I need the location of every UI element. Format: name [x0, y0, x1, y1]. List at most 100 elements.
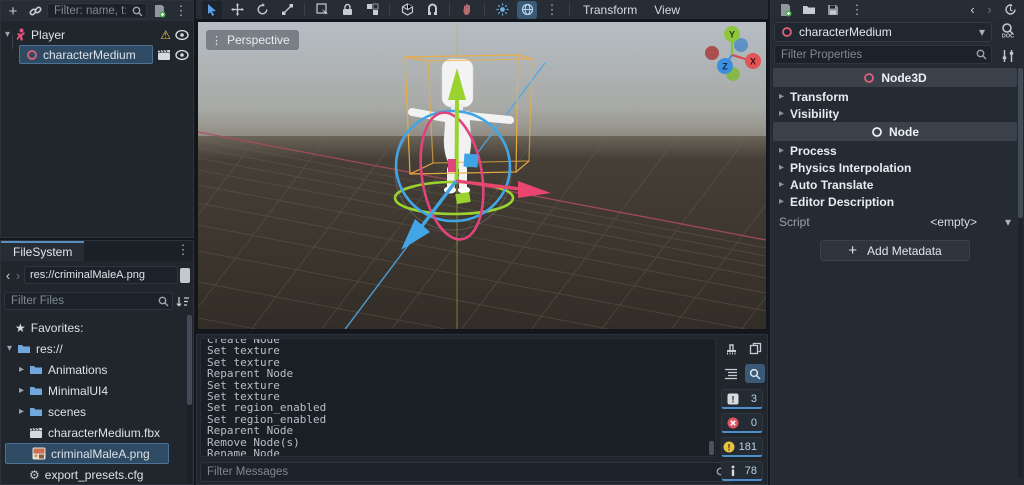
visibility-eye-icon[interactable] — [175, 29, 189, 40]
fs-item-animations[interactable]: ▸ Animations — [3, 359, 191, 380]
fs-item-favorites[interactable]: ★ Favorites: — [3, 317, 191, 338]
scene-dock-menu-icon[interactable]: ⋮ — [171, 2, 191, 20]
drag-handle-icon[interactable]: ⋮ — [211, 34, 222, 47]
nav-forward-icon[interactable]: › — [14, 266, 22, 284]
copy-log-button[interactable] — [745, 339, 765, 358]
sun-env-menu-icon[interactable]: ⋮ — [542, 1, 562, 19]
section-transform[interactable]: ▸ Transform — [773, 88, 1017, 105]
folder-icon — [30, 387, 43, 395]
plane-xy-handle[interactable] — [448, 159, 456, 172]
viewport-3d[interactable]: Y X Z ⋮ Perspective — [110, 20, 889, 427]
inspector-node-selector[interactable]: characterMedium ▾ — [774, 22, 992, 42]
ruler-mode-icon[interactable] — [397, 1, 417, 19]
expand-icon: ▸ — [779, 196, 785, 207]
environment-toggle-icon[interactable] — [517, 0, 537, 19]
select-tool-button[interactable] — [202, 0, 222, 19]
filesystem-dock: FileSystem ⋮ ‹ › ★ Favorites: — [0, 240, 194, 485]
filter-files-input[interactable] — [4, 292, 173, 310]
clear-log-button[interactable] — [721, 339, 741, 358]
attach-script-icon[interactable] — [149, 2, 169, 20]
std-message-icon: ! — [727, 393, 739, 405]
star-icon: ★ — [15, 320, 26, 335]
warnings-toggle[interactable]: ! 181 — [721, 437, 763, 457]
transform-menu[interactable]: Transform — [577, 3, 643, 17]
scene-filter-input[interactable] — [47, 3, 147, 19]
std-messages-toggle[interactable]: ! 3 — [721, 389, 763, 409]
script-property-row[interactable]: Script <empty> ▾ — [773, 212, 1017, 232]
collapse-icon[interactable]: ▾ — [7, 343, 12, 354]
sort-files-icon[interactable] — [176, 295, 190, 308]
move-tool-button[interactable] — [227, 1, 247, 19]
view-menu[interactable]: View — [648, 3, 686, 17]
save-resource-icon[interactable] — [823, 1, 843, 19]
fs-item-criminalmalea-png[interactable]: criminalMaleA.png — [5, 443, 169, 464]
new-resource-icon[interactable] — [775, 1, 795, 19]
axis-neg-x[interactable] — [705, 46, 719, 60]
inspector-scrollbar[interactable] — [1018, 68, 1023, 478]
add-metadata-button[interactable]: + Add Metadata — [820, 240, 970, 261]
output-log[interactable]: Create Node Set texture Set texture Repa… — [200, 338, 716, 457]
expand-icon[interactable]: ▸ — [19, 364, 24, 375]
fs-item-charactermedium-fbx[interactable]: characterMedium.fbx — [3, 422, 191, 443]
class-header-label: Node — [889, 124, 919, 139]
log-line: Reparent Node — [207, 367, 294, 381]
plus-icon: + — [848, 242, 858, 259]
section-physics-interpolation[interactable]: ▸ Physics Interpolation — [773, 159, 1017, 176]
snap-toggle-icon[interactable] — [422, 1, 442, 19]
add-node-button[interactable]: + — [3, 2, 23, 20]
axis-z-label: Z — [722, 62, 728, 72]
load-resource-icon[interactable] — [799, 1, 819, 19]
section-auto-translate[interactable]: ▸ Auto Translate — [773, 176, 1017, 193]
fs-item-export-presets[interactable]: ⚙ export_presets.cfg — [3, 464, 191, 484]
errors-toggle[interactable]: 0 — [721, 413, 763, 433]
scene-node-player[interactable]: ▾ Player ⚠ — [1, 25, 193, 44]
filter-messages-input[interactable] — [200, 462, 733, 482]
camera-override-icon[interactable] — [457, 1, 477, 19]
info-toggle[interactable]: 78 — [721, 461, 763, 481]
expand-icon: ▸ — [779, 108, 785, 119]
section-process[interactable]: ▸ Process — [773, 142, 1017, 159]
plane-yz-handle[interactable] — [463, 153, 479, 168]
filter-properties-input[interactable] — [774, 45, 992, 64]
section-visibility[interactable]: ▸ Visibility — [773, 105, 1017, 122]
class-header-node3d[interactable]: Node3D — [773, 68, 1017, 87]
fs-item-res-root[interactable]: ▾ res:// — [3, 338, 191, 359]
show-search-button[interactable] — [745, 364, 765, 383]
history-icon[interactable] — [1000, 1, 1020, 19]
inspector-menu-icon[interactable]: ⋮ — [847, 1, 867, 19]
chevron-down-icon: ▾ — [978, 25, 985, 39]
history-back-icon[interactable]: ‹ — [966, 1, 979, 19]
group-button[interactable] — [362, 1, 382, 19]
warning-icon[interactable]: ⚠ — [160, 28, 171, 42]
sun-toggle-icon[interactable] — [492, 1, 512, 19]
gear-icon: ⚙ — [29, 467, 40, 482]
log-scrollbar[interactable] — [709, 441, 714, 455]
list-select-tool-button[interactable] — [312, 1, 332, 19]
fs-item-scenes[interactable]: ▸ scenes — [3, 401, 191, 422]
rotate-tool-button[interactable] — [252, 1, 272, 19]
section-editor-description[interactable]: ▸ Editor Description — [773, 193, 1017, 210]
scene-node-charactermedium[interactable]: characterMedium — [1, 45, 193, 64]
scale-tool-button[interactable] — [277, 1, 297, 19]
history-forward-icon[interactable]: › — [983, 1, 996, 19]
filesystem-scrollbar[interactable] — [187, 315, 192, 483]
expand-icon[interactable]: ▸ — [19, 406, 24, 417]
current-path-field[interactable] — [24, 266, 178, 284]
collapse-duplicates-button[interactable] — [721, 364, 741, 383]
search-docs-icon[interactable]: DOC — [1000, 22, 1016, 41]
class-header-node[interactable]: Node — [773, 122, 1017, 141]
node-label: Player — [31, 27, 66, 42]
visibility-eye-icon[interactable] — [175, 49, 189, 60]
instance-scene-icon[interactable] — [25, 2, 45, 20]
fs-item-minimalui4[interactable]: ▸ MinimalUI4 — [3, 380, 191, 401]
filesystem-menu-icon[interactable]: ⋮ — [173, 241, 193, 259]
collapse-icon[interactable]: ▾ — [5, 29, 10, 40]
tab-filesystem[interactable]: FileSystem — [1, 241, 85, 261]
nav-back-icon[interactable]: ‹ — [4, 266, 12, 284]
scene-instance-icon[interactable] — [157, 49, 171, 61]
inspector-tools-icon[interactable] — [1001, 49, 1015, 66]
script-value[interactable]: <empty> — [930, 215, 977, 229]
lock-button[interactable] — [337, 1, 357, 19]
expand-icon[interactable]: ▸ — [19, 385, 24, 396]
perspective-menu-button[interactable]: ⋮ Perspective — [206, 30, 299, 50]
